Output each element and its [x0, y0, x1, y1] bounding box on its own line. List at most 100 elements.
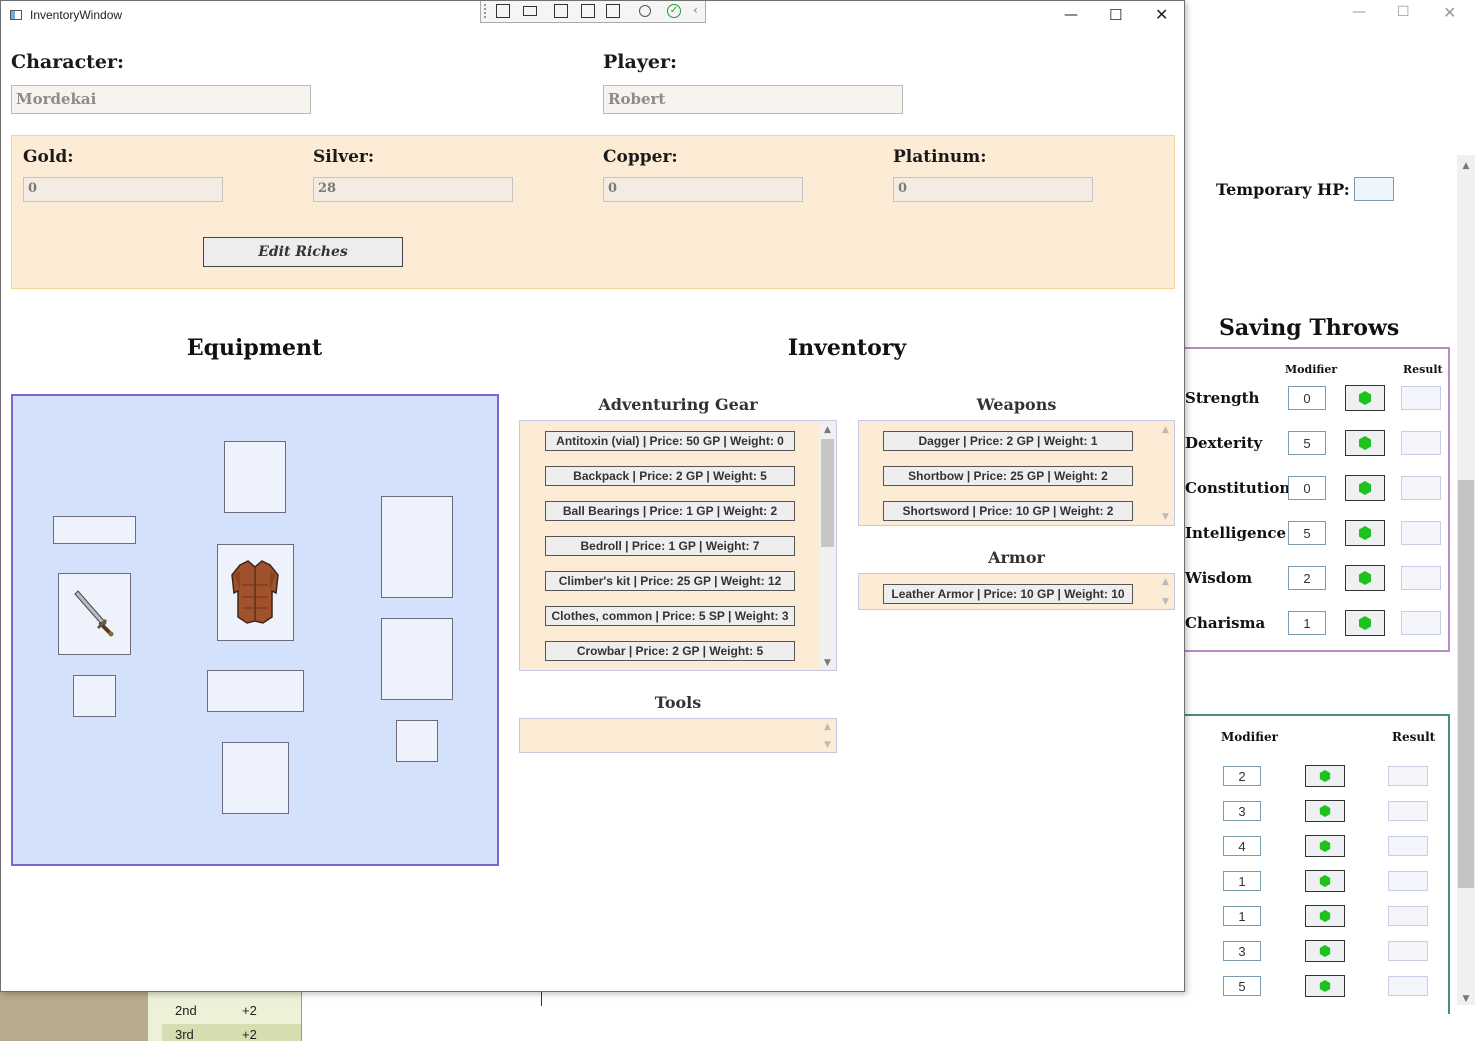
- bg-scroll-down-icon[interactable]: ▼: [1457, 993, 1475, 1005]
- saving-throw-result[interactable]: [1401, 611, 1441, 635]
- list-item[interactable]: Leather Armor | Price: 10 GP | Weight: 1…: [883, 584, 1133, 604]
- list-item[interactable]: Crowbar | Price: 2 GP | Weight: 5: [545, 641, 795, 661]
- armor-scroll-up-icon[interactable]: ▲: [1157, 576, 1174, 588]
- list-item[interactable]: Shortsword | Price: 10 GP | Weight: 2: [883, 501, 1133, 521]
- main-hand-slot[interactable]: [58, 573, 131, 655]
- off-hand-slot[interactable]: [381, 618, 453, 700]
- roll-dice-button[interactable]: [1345, 385, 1385, 411]
- skill-modifier[interactable]: 4: [1223, 836, 1261, 856]
- edit-riches-button[interactable]: Edit Riches: [203, 237, 403, 267]
- adventuring-gear-list[interactable]: Antitoxin (vial) | Price: 50 GP | Weight…: [519, 420, 837, 671]
- roll-dice-button[interactable]: [1345, 610, 1385, 636]
- saving-throw-modifier[interactable]: 5: [1288, 521, 1326, 545]
- toolbar-check-icon[interactable]: ✓: [667, 4, 681, 18]
- list-item[interactable]: Shortbow | Price: 25 GP | Weight: 2: [883, 466, 1133, 486]
- toolbar-camera-icon[interactable]: [523, 6, 537, 16]
- list-item[interactable]: Ball Bearings | Price: 1 GP | Weight: 2: [545, 501, 795, 521]
- skill-modifier[interactable]: 2: [1223, 766, 1261, 786]
- weapons-list[interactable]: Dagger | Price: 2 GP | Weight: 1 Shortbow…: [858, 420, 1175, 526]
- saving-throw-result[interactable]: [1401, 521, 1441, 545]
- gold-field[interactable]: 0: [23, 177, 223, 202]
- list-item[interactable]: Backpack | Price: 2 GP | Weight: 5: [545, 466, 795, 486]
- toolbar-layout-adorner-icon[interactable]: [581, 4, 595, 18]
- tools-scroll-up-icon[interactable]: ▲: [819, 721, 836, 733]
- gear-scroll-down-icon[interactable]: ▼: [819, 657, 836, 669]
- skill-result[interactable]: [1388, 906, 1428, 926]
- roll-dice-button[interactable]: [1305, 975, 1345, 997]
- roll-dice-button[interactable]: [1345, 565, 1385, 591]
- tools-list[interactable]: ▲ ▼: [519, 718, 837, 753]
- character-field[interactable]: Mordekai: [11, 85, 311, 114]
- toolbar-collapse-icon[interactable]: ‹: [693, 3, 698, 17]
- roll-dice-button[interactable]: [1305, 800, 1345, 822]
- list-item[interactable]: Antitoxin (vial) | Price: 50 GP | Weight…: [545, 431, 795, 451]
- armor-scroll-down-icon[interactable]: ▼: [1157, 596, 1174, 608]
- roll-dice-button[interactable]: [1305, 905, 1345, 927]
- head-slot[interactable]: [224, 441, 286, 513]
- skill-result[interactable]: [1388, 871, 1428, 891]
- list-item[interactable]: Climber's kit | Price: 25 GP | Weight: 1…: [545, 571, 795, 591]
- toolbar-track-focus-icon[interactable]: [606, 4, 620, 18]
- armor-list[interactable]: Leather Armor | Price: 10 GP | Weight: 1…: [858, 573, 1175, 610]
- roll-dice-button[interactable]: [1345, 520, 1385, 546]
- bg-maximize-icon[interactable]: ☐: [1397, 4, 1410, 20]
- bg-scroll-thumb[interactable]: [1458, 480, 1474, 888]
- skill-result[interactable]: [1388, 976, 1428, 996]
- toolbar-live-tree-icon[interactable]: [496, 4, 510, 18]
- weapons-scroll-up-icon[interactable]: ▲: [1157, 424, 1174, 436]
- ring2-slot[interactable]: [396, 720, 438, 762]
- skill-result[interactable]: [1388, 836, 1428, 856]
- neck-slot[interactable]: [53, 516, 136, 544]
- bg-minimize-icon[interactable]: —: [1352, 4, 1366, 20]
- skill-modifier[interactable]: 1: [1223, 906, 1261, 926]
- gear-scroll-thumb[interactable]: [821, 439, 834, 547]
- saving-throw-modifier[interactable]: 0: [1288, 476, 1326, 500]
- copper-field[interactable]: 0: [603, 177, 803, 202]
- roll-dice-button[interactable]: [1305, 940, 1345, 962]
- roll-dice-button[interactable]: [1345, 475, 1385, 501]
- skill-result[interactable]: [1388, 766, 1428, 786]
- chest-slot[interactable]: [217, 544, 294, 641]
- player-field[interactable]: Robert: [603, 85, 903, 114]
- saving-throw-modifier[interactable]: 5: [1288, 431, 1326, 455]
- roll-dice-button[interactable]: [1305, 870, 1345, 892]
- toolbar-binding-icon[interactable]: [639, 5, 651, 17]
- toolbar-select-element-icon[interactable]: [554, 4, 568, 18]
- skill-result[interactable]: [1388, 941, 1428, 961]
- saving-throw-result[interactable]: [1401, 386, 1441, 410]
- close-icon[interactable]: ✕: [1155, 5, 1168, 24]
- saving-throw-result[interactable]: [1401, 431, 1441, 455]
- list-item[interactable]: Bedroll | Price: 1 GP | Weight: 7: [545, 536, 795, 556]
- bg-close-icon[interactable]: ✕: [1443, 3, 1456, 22]
- list-item[interactable]: Dagger | Price: 2 GP | Weight: 1: [883, 431, 1133, 451]
- roll-dice-button[interactable]: [1305, 835, 1345, 857]
- maximize-icon[interactable]: ☐: [1109, 6, 1122, 24]
- saving-throw-modifier[interactable]: 1: [1288, 611, 1326, 635]
- skill-result[interactable]: [1388, 801, 1428, 821]
- weapons-scroll-down-icon[interactable]: ▼: [1157, 511, 1174, 523]
- weapons-scrollbar[interactable]: [1157, 421, 1174, 525]
- ring-slot[interactable]: [73, 675, 116, 717]
- tools-scroll-down-icon[interactable]: ▼: [819, 739, 836, 751]
- platinum-field[interactable]: 0: [893, 177, 1093, 202]
- silver-field[interactable]: 28: [313, 177, 513, 202]
- bg-scroll-up-icon[interactable]: ▲: [1457, 160, 1475, 172]
- skill-modifier[interactable]: 3: [1223, 801, 1261, 821]
- feet-slot[interactable]: [222, 742, 289, 814]
- saving-throw-result[interactable]: [1401, 566, 1441, 590]
- saving-throw-result[interactable]: [1401, 476, 1441, 500]
- roll-dice-button[interactable]: [1305, 765, 1345, 787]
- skill-modifier[interactable]: 3: [1223, 941, 1261, 961]
- gear-scroll-up-icon[interactable]: ▲: [819, 424, 836, 436]
- minimize-icon[interactable]: —: [1064, 7, 1078, 23]
- list-item[interactable]: Clothes, common | Price: 5 SP | Weight: …: [545, 606, 795, 626]
- belt-slot[interactable]: [207, 670, 304, 712]
- back-slot[interactable]: [381, 496, 453, 598]
- temp-hp-input[interactable]: [1354, 177, 1394, 201]
- saving-throw-modifier[interactable]: 2: [1288, 566, 1326, 590]
- equipment-title: Equipment: [186, 335, 323, 361]
- roll-dice-button[interactable]: [1345, 430, 1385, 456]
- saving-throw-modifier[interactable]: 0: [1288, 386, 1326, 410]
- skill-modifier[interactable]: 5: [1223, 976, 1261, 996]
- skill-modifier[interactable]: 1: [1223, 871, 1261, 891]
